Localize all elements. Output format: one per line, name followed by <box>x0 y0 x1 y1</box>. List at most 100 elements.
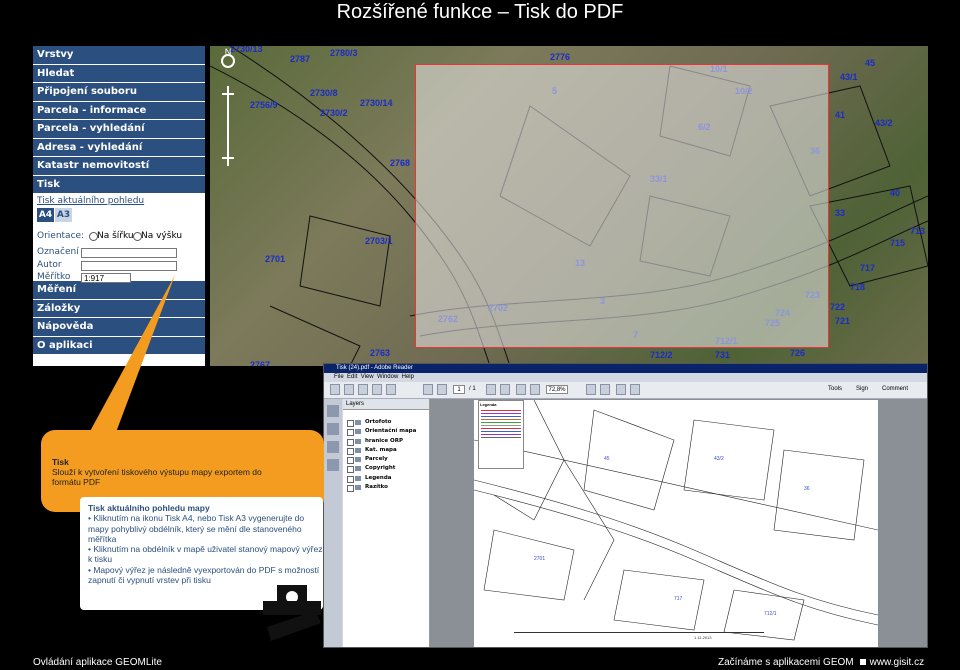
callout-title: Tisk <box>52 457 69 467</box>
navigation-pane-strip <box>324 399 342 647</box>
svg-text:33: 33 <box>835 208 845 218</box>
svg-text:41: 41 <box>835 110 845 120</box>
layer-item[interactable]: Ortofoto <box>343 418 429 428</box>
print-current-view-link[interactable]: Tisk aktuálního pohledu <box>37 196 144 206</box>
menu-item-adresa-vyhledani[interactable]: Adresa - vyhledání <box>33 138 205 157</box>
menu-item-hledat[interactable]: Hledat <box>33 64 205 83</box>
select-tool-icon[interactable] <box>486 384 496 395</box>
north-arrow-icon[interactable]: N <box>213 47 243 77</box>
pdf-map-drawing: 45 43/2 36 2701 717 712/1 <box>474 400 878 641</box>
layers-panel-title: Layers <box>343 399 429 410</box>
page-up-icon[interactable] <box>423 384 433 395</box>
radio-landscape-label: Na šířku <box>97 231 134 241</box>
print-a4-button[interactable]: A4 <box>37 208 54 222</box>
callout-description: Slouží k vytvoření tiskového výstupu map… <box>52 467 262 487</box>
designation-label: Označení <box>37 247 79 257</box>
orientation-label: Orientace: <box>37 231 85 241</box>
menu-item-vrstvy[interactable]: Vrstvy <box>33 46 205 65</box>
print-a3-button[interactable]: A3 <box>55 208 72 222</box>
layer-item[interactable]: Legenda <box>343 474 429 484</box>
svg-text:2776: 2776 <box>550 52 570 62</box>
email-icon[interactable] <box>372 384 382 395</box>
zoom-out-icon[interactable] <box>516 384 526 395</box>
layer-item[interactable]: hranice ORP <box>343 437 429 446</box>
svg-text:718: 718 <box>850 282 865 292</box>
open-icon[interactable] <box>330 384 340 395</box>
hand-tool-icon[interactable] <box>500 384 510 395</box>
pages-icon[interactable] <box>327 405 339 417</box>
svg-text:717: 717 <box>860 263 875 273</box>
menu-edit[interactable]: Edit <box>347 374 357 380</box>
menu-item-pripojeni-souboru[interactable]: Připojení souboru <box>33 83 205 102</box>
svg-text:36: 36 <box>804 486 810 492</box>
author-label: Autor <box>37 260 62 270</box>
print-icon[interactable] <box>358 384 368 395</box>
layer-item[interactable]: Orientační mapa <box>343 427 429 437</box>
pdf-date: 1.11.2013 <box>694 635 712 640</box>
zoom-input[interactable]: 72,8% <box>546 385 568 394</box>
adobe-toolbar: 1 / 1 72,8% Tools Sign Comment <box>324 382 927 399</box>
svg-text:2756/9: 2756/9 <box>250 100 278 110</box>
svg-text:726: 726 <box>790 348 805 358</box>
svg-text:712/2: 712/2 <box>650 350 673 360</box>
attachments-icon[interactable] <box>327 423 339 435</box>
save-icon[interactable] <box>344 384 354 395</box>
menu-window[interactable]: Window <box>377 374 398 380</box>
info-section-title: Tisk aktuálního pohledu mapy <box>88 503 210 513</box>
page-total: / 1 <box>469 386 476 392</box>
adobe-menu-bar: File Edit View Window Help <box>324 373 927 382</box>
menu-file[interactable]: File <box>334 374 344 380</box>
comment-button[interactable]: Comment <box>882 385 908 394</box>
square-bullet-icon <box>859 659 866 665</box>
menu-item-tisk[interactable]: Tisk <box>33 175 205 194</box>
pdf-legend-title: Legenda <box>480 402 497 407</box>
layer-item[interactable]: Razítko <box>343 483 429 493</box>
page-down-icon[interactable] <box>437 384 447 395</box>
layer-item[interactable]: Parcely <box>343 455 429 465</box>
info-bullet: Kliknutím na ikonu Tisk A4, nebo Tisk A3… <box>88 513 305 544</box>
menu-view[interactable]: View <box>361 374 374 380</box>
zoom-in-icon[interactable] <box>530 384 540 395</box>
tools-button[interactable]: Tools <box>828 385 842 394</box>
svg-text:2703/1: 2703/1 <box>365 236 393 246</box>
pdf-page[interactable]: 45 43/2 36 2701 717 712/1 Legenda 1.11.2013 <box>474 400 878 647</box>
designation-input[interactable] <box>81 248 177 258</box>
svg-text:715: 715 <box>890 238 905 248</box>
info-text: Tisk aktuálního pohledu mapy • Kliknutím… <box>88 503 323 586</box>
svg-text:2767: 2767 <box>250 360 270 366</box>
svg-text:2768: 2768 <box>390 158 410 168</box>
share-icon[interactable] <box>630 384 640 395</box>
menu-item-parcela-informace[interactable]: Parcela - informace <box>33 101 205 120</box>
printer-icon <box>263 585 321 641</box>
menu-item-parcela-vyhledani[interactable]: Parcela - vyhledání <box>33 120 205 139</box>
layer-item[interactable]: Kat. mapa <box>343 446 429 456</box>
svg-text:45: 45 <box>604 456 610 462</box>
print-area-rectangle[interactable] <box>415 64 829 348</box>
page-number-input[interactable]: 1 <box>453 385 465 394</box>
svg-text:712/1: 712/1 <box>764 611 777 617</box>
sign-tool-icon[interactable] <box>616 384 626 395</box>
footer-left-text: Ovládání aplikace GEOMLite <box>33 657 162 668</box>
adobe-title-bar: Tisk (24).pdf - Adobe Reader <box>324 364 927 373</box>
svg-text:40: 40 <box>890 188 900 198</box>
pdf-title-block: 1.11.2013 <box>514 632 764 645</box>
layer-item[interactable]: Copyright <box>343 464 429 474</box>
svg-text:2787: 2787 <box>290 54 310 64</box>
footer-course-title: Začínáme s aplikacemi GEOM <box>718 657 854 668</box>
footer-right: Začínáme s aplikacemi GEOM www.gisit.cz <box>718 657 924 668</box>
menu-item-katastr[interactable]: Katastr nemovitostí <box>33 157 205 176</box>
radio-portrait-label: Na výšku <box>141 231 183 241</box>
comment-bubble-icon[interactable] <box>386 384 396 395</box>
menu-help[interactable]: Help <box>402 374 414 380</box>
fit-width-icon[interactable] <box>600 384 610 395</box>
fit-page-icon[interactable] <box>586 384 596 395</box>
layers-icon[interactable] <box>327 459 339 471</box>
footer-website[interactable]: www.gisit.cz <box>870 657 924 668</box>
sign-button[interactable]: Sign <box>856 385 868 394</box>
svg-text:2701: 2701 <box>265 254 285 264</box>
svg-text:731: 731 <box>715 350 730 360</box>
svg-text:45: 45 <box>865 58 875 68</box>
print-panel: Tisk aktuálního pohledu A4 A3 Orientace:… <box>33 194 205 283</box>
signatures-icon[interactable] <box>327 441 339 453</box>
svg-text:721: 721 <box>835 316 850 326</box>
